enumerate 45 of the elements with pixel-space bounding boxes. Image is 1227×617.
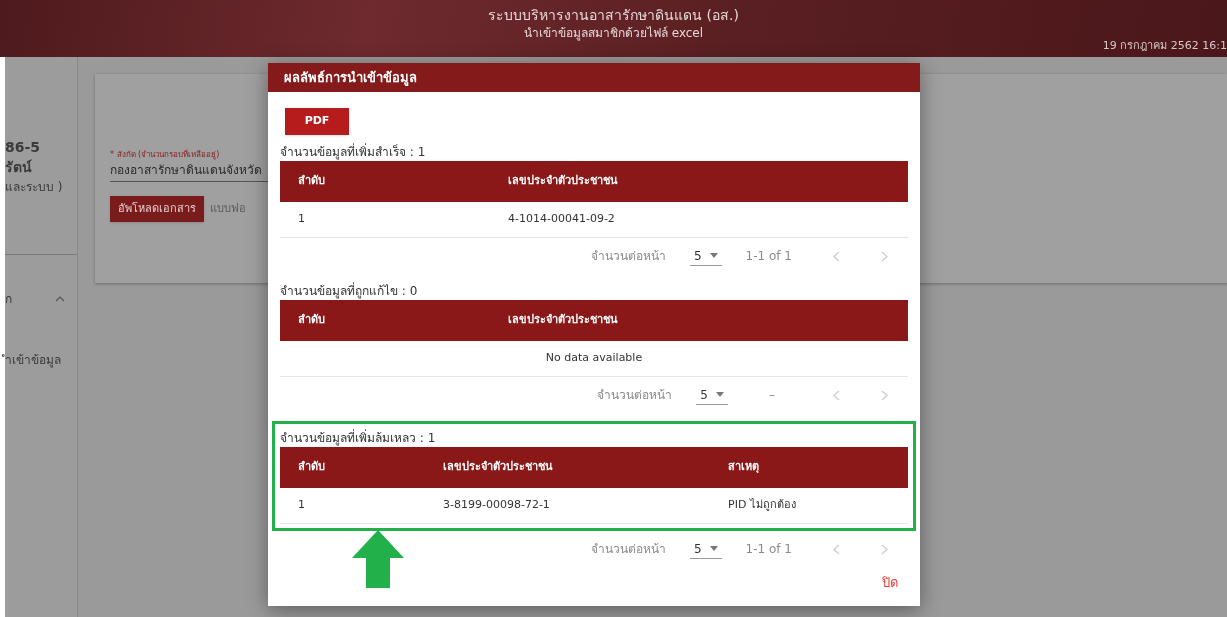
chevron-left-icon <box>832 389 840 401</box>
section-title: จำนวนข้อมูลที่เพิ่มล้มเหลว : 1 <box>280 429 437 447</box>
pdf-button[interactable]: PDF <box>285 108 349 135</box>
page-range: 1-1 of 1 <box>745 541 792 558</box>
column-header: สาเหตุ <box>728 459 760 476</box>
table-cell-text: 3-8199-00098-72-1 <box>443 497 551 514</box>
table-cell-text: 4-1014-00041-09-2 <box>508 211 616 228</box>
column-header: ลำดับ <box>298 312 326 329</box>
user-info-text: รัตน์ <box>5 158 33 177</box>
rows-per-page-label: จำนวนต่อหน้า <box>590 541 666 558</box>
caret-icon <box>716 392 724 397</box>
date-time: 19 กรกฎาคม 2562 16:1 <box>1102 37 1227 54</box>
chevron-left-icon <box>832 543 840 555</box>
user-info-text: และระบบ ) <box>5 179 64 196</box>
caret-icon <box>709 253 718 258</box>
column-header: เลขประจำตัวประชาชน <box>508 312 619 329</box>
upload-button[interactable]: อัพโหลดเอกสาร <box>110 196 204 222</box>
table-cell-text: 1 <box>298 211 306 228</box>
page-subtitle: นำเข้าข้อมูลสมาชิกด้วยไฟล์ excel <box>523 25 704 42</box>
rows-per-page-select[interactable]: 5 <box>689 246 722 266</box>
table-cell-text: PID ไม่ถูกต้อง <box>728 497 797 514</box>
section-title: จำนวนข้อมูลที่ถูกแก้ไข : 0 <box>280 282 419 300</box>
app-title: ระบบบริหารงานอาสารักษาดินแดน (อส.) <box>488 6 739 24</box>
close-button[interactable]: ปิด <box>872 570 908 596</box>
table-cell-text: 1 <box>298 497 306 514</box>
page-range: 1-1 of 1 <box>745 248 792 265</box>
chevron-right-icon <box>880 543 888 555</box>
rows-per-page-select[interactable]: 5 <box>696 385 728 405</box>
caret-icon <box>709 546 718 551</box>
column-header: เลขประจำตัวประชาชน <box>508 173 619 190</box>
dialog-title: ผลลัพธ์การนำเข้าข้อมูล <box>268 63 920 92</box>
chevron-right-icon <box>880 389 888 401</box>
user-info-text: 86-5 <box>5 138 42 157</box>
rows-per-page-select[interactable]: 5 <box>689 539 722 559</box>
page-range: – <box>768 387 776 404</box>
chevron-left-icon <box>832 250 840 262</box>
sidebar-menu-header[interactable]: ก <box>5 279 77 319</box>
column-header: ลำดับ <box>298 173 326 190</box>
rows-per-page-label: จำนวนต่อหน้า <box>597 387 673 404</box>
empty-message: No data available <box>545 350 643 367</box>
column-header: ลำดับ <box>298 459 326 476</box>
column-header: เลขประจำตัวประชาชน <box>443 459 554 476</box>
chevron-right-icon <box>880 250 888 262</box>
section-title: จำนวนข้อมูลที่เพิ่มสำเร็จ : 1 <box>280 143 427 161</box>
rows-per-page-label: จำนวนต่อหน้า <box>590 248 666 265</box>
